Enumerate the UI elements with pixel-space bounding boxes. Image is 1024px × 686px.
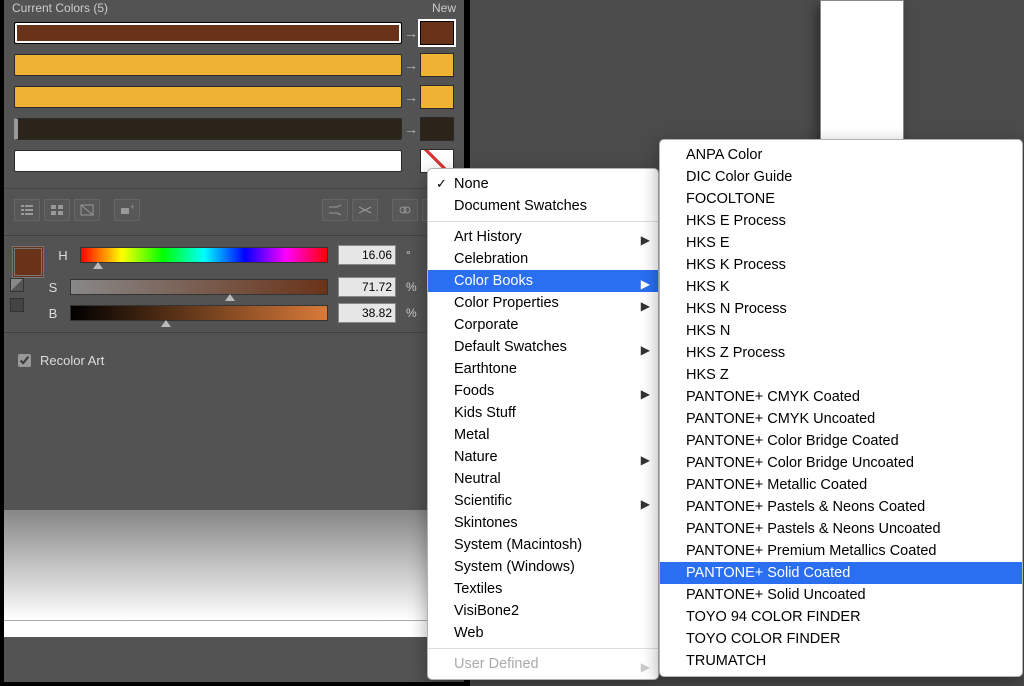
menu-item[interactable]: Art History▶ xyxy=(428,226,658,248)
swatch[interactable] xyxy=(420,21,454,45)
grid-view-icon[interactable] xyxy=(44,199,70,221)
menu-item[interactable]: Nature▶ xyxy=(428,446,658,468)
menu-item[interactable]: HKS E Process xyxy=(660,210,1022,232)
menu-item[interactable]: Web xyxy=(428,622,658,644)
color-row[interactable]: → xyxy=(14,116,454,142)
menu-item[interactable]: Color Properties▶ xyxy=(428,292,658,314)
menu-item[interactable]: System (Macintosh) xyxy=(428,534,658,556)
color-mode-icon[interactable] xyxy=(10,298,24,312)
menu-item[interactable]: HKS N Process xyxy=(660,298,1022,320)
menu-item[interactable]: HKS Z Process xyxy=(660,342,1022,364)
menu-item[interactable]: PANTONE+ Pastels & Neons Uncoated xyxy=(660,518,1022,540)
menu-item[interactable]: HKS K xyxy=(660,276,1022,298)
menu-item[interactable]: FOCOLTONE xyxy=(660,188,1022,210)
bri-unit: % xyxy=(406,306,420,320)
menu-item[interactable]: Neutral xyxy=(428,468,658,490)
menu-item[interactable]: DIC Color Guide xyxy=(660,166,1022,188)
horizontal-scrollbar[interactable] xyxy=(4,620,464,637)
menu-item[interactable]: Skintones xyxy=(428,512,658,534)
menu-item-user-defined: User Defined▶ xyxy=(428,653,658,675)
menu-item[interactable]: System (Windows) xyxy=(428,556,658,578)
menu-item[interactable]: Document Swatches xyxy=(428,195,658,217)
menu-item[interactable]: Kids Stuff xyxy=(428,402,658,424)
color-books-submenu[interactable]: ANPA ColorDIC Color GuideFOCOLTONEHKS E … xyxy=(659,139,1023,677)
hue-unit: ° xyxy=(406,248,420,262)
sat-value[interactable]: 71.72 xyxy=(338,277,396,297)
sat-unit: % xyxy=(406,280,420,294)
menu-item[interactable]: TOYO 94 COLOR FINDER xyxy=(660,606,1022,628)
menu-item[interactable]: Earthtone xyxy=(428,358,658,380)
menu-item[interactable]: PANTONE+ Color Bridge Uncoated xyxy=(660,452,1022,474)
sat-label: S xyxy=(46,280,60,295)
menu-item[interactable]: VisiBone2 xyxy=(428,600,658,622)
new-row-icon[interactable]: + xyxy=(114,199,140,221)
menu-item[interactable]: Metal xyxy=(428,424,658,446)
randomize-sat-icon[interactable] xyxy=(352,199,378,221)
randomize-icon[interactable] xyxy=(322,199,348,221)
bri-label: B xyxy=(46,306,60,321)
swatch-library-menu[interactable]: ✓NoneDocument Swatches Art History▶Celebr… xyxy=(427,168,659,680)
menu-item[interactable]: Scientific▶ xyxy=(428,490,658,512)
menu-item[interactable]: Textiles xyxy=(428,578,658,600)
menu-item[interactable]: PANTONE+ Pastels & Neons Coated xyxy=(660,496,1022,518)
arrow-icon: → xyxy=(402,25,420,41)
preview-gradient xyxy=(4,510,464,620)
hue-label: H xyxy=(56,248,70,263)
arrow-icon: → xyxy=(402,89,420,105)
list-view-icon[interactable] xyxy=(14,199,40,221)
menu-item[interactable]: PANTONE+ Solid Coated xyxy=(660,562,1022,584)
arrow-icon: → xyxy=(402,57,420,73)
color-rows: → → → → xyxy=(4,16,464,174)
toolbar: + ▭ ▾ xyxy=(4,189,464,235)
fill-stroke-icon[interactable] xyxy=(10,278,24,292)
menu-item[interactable]: PANTONE+ Metallic Coated xyxy=(660,474,1022,496)
menu-item[interactable]: Default Swatches▶ xyxy=(428,336,658,358)
swatch[interactable] xyxy=(420,117,454,141)
header-current: Current Colors (5) xyxy=(12,1,108,15)
recolor-art-checkbox[interactable]: Recolor Art xyxy=(4,333,464,370)
menu-item[interactable]: HKS E xyxy=(660,232,1022,254)
bri-slider[interactable] xyxy=(70,305,328,321)
menu-item[interactable]: PANTONE+ Premium Metallics Coated xyxy=(660,540,1022,562)
menu-item[interactable]: Color Books▶ xyxy=(428,270,658,292)
arrow-icon: → xyxy=(402,121,420,137)
menu-item[interactable]: Corporate xyxy=(428,314,658,336)
swatch[interactable] xyxy=(420,85,454,109)
merge-icon[interactable] xyxy=(74,199,100,221)
menu-item[interactable]: PANTONE+ CMYK Coated xyxy=(660,386,1022,408)
menu-item[interactable]: Foods▶ xyxy=(428,380,658,402)
hsb-sliders: H 16.06 ° ≡ S 71.72 % B 38.82 % xyxy=(4,235,464,333)
menu-item[interactable]: TOYO COLOR FINDER xyxy=(660,628,1022,650)
color-row[interactable] xyxy=(14,148,454,174)
menu-item[interactable]: Celebration xyxy=(428,248,658,270)
hue-slider[interactable] xyxy=(80,247,328,263)
header-new: New xyxy=(432,1,456,15)
sat-slider[interactable] xyxy=(70,279,328,295)
current-color-swatch[interactable] xyxy=(12,246,44,278)
link-icon[interactable] xyxy=(392,199,418,221)
svg-text:+: + xyxy=(130,204,134,212)
swatch[interactable] xyxy=(420,53,454,77)
menu-item[interactable]: TRUMATCH xyxy=(660,650,1022,672)
menu-item[interactable]: HKS Z xyxy=(660,364,1022,386)
menu-item[interactable]: ANPA Color xyxy=(660,144,1022,166)
color-row[interactable]: → xyxy=(14,52,454,78)
menu-item[interactable]: PANTONE+ CMYK Uncoated xyxy=(660,408,1022,430)
bri-value[interactable]: 38.82 xyxy=(338,303,396,323)
color-row[interactable]: → xyxy=(14,20,454,46)
recolor-art-input[interactable] xyxy=(18,354,31,367)
hue-value[interactable]: 16.06 xyxy=(338,245,396,265)
color-row[interactable]: → xyxy=(14,84,454,110)
menu-item[interactable]: PANTONE+ Solid Uncoated xyxy=(660,584,1022,606)
menu-item[interactable]: HKS K Process xyxy=(660,254,1022,276)
menu-item[interactable]: HKS N xyxy=(660,320,1022,342)
menu-item[interactable]: ✓None xyxy=(428,173,658,195)
menu-item[interactable]: PANTONE+ Color Bridge Coated xyxy=(660,430,1022,452)
